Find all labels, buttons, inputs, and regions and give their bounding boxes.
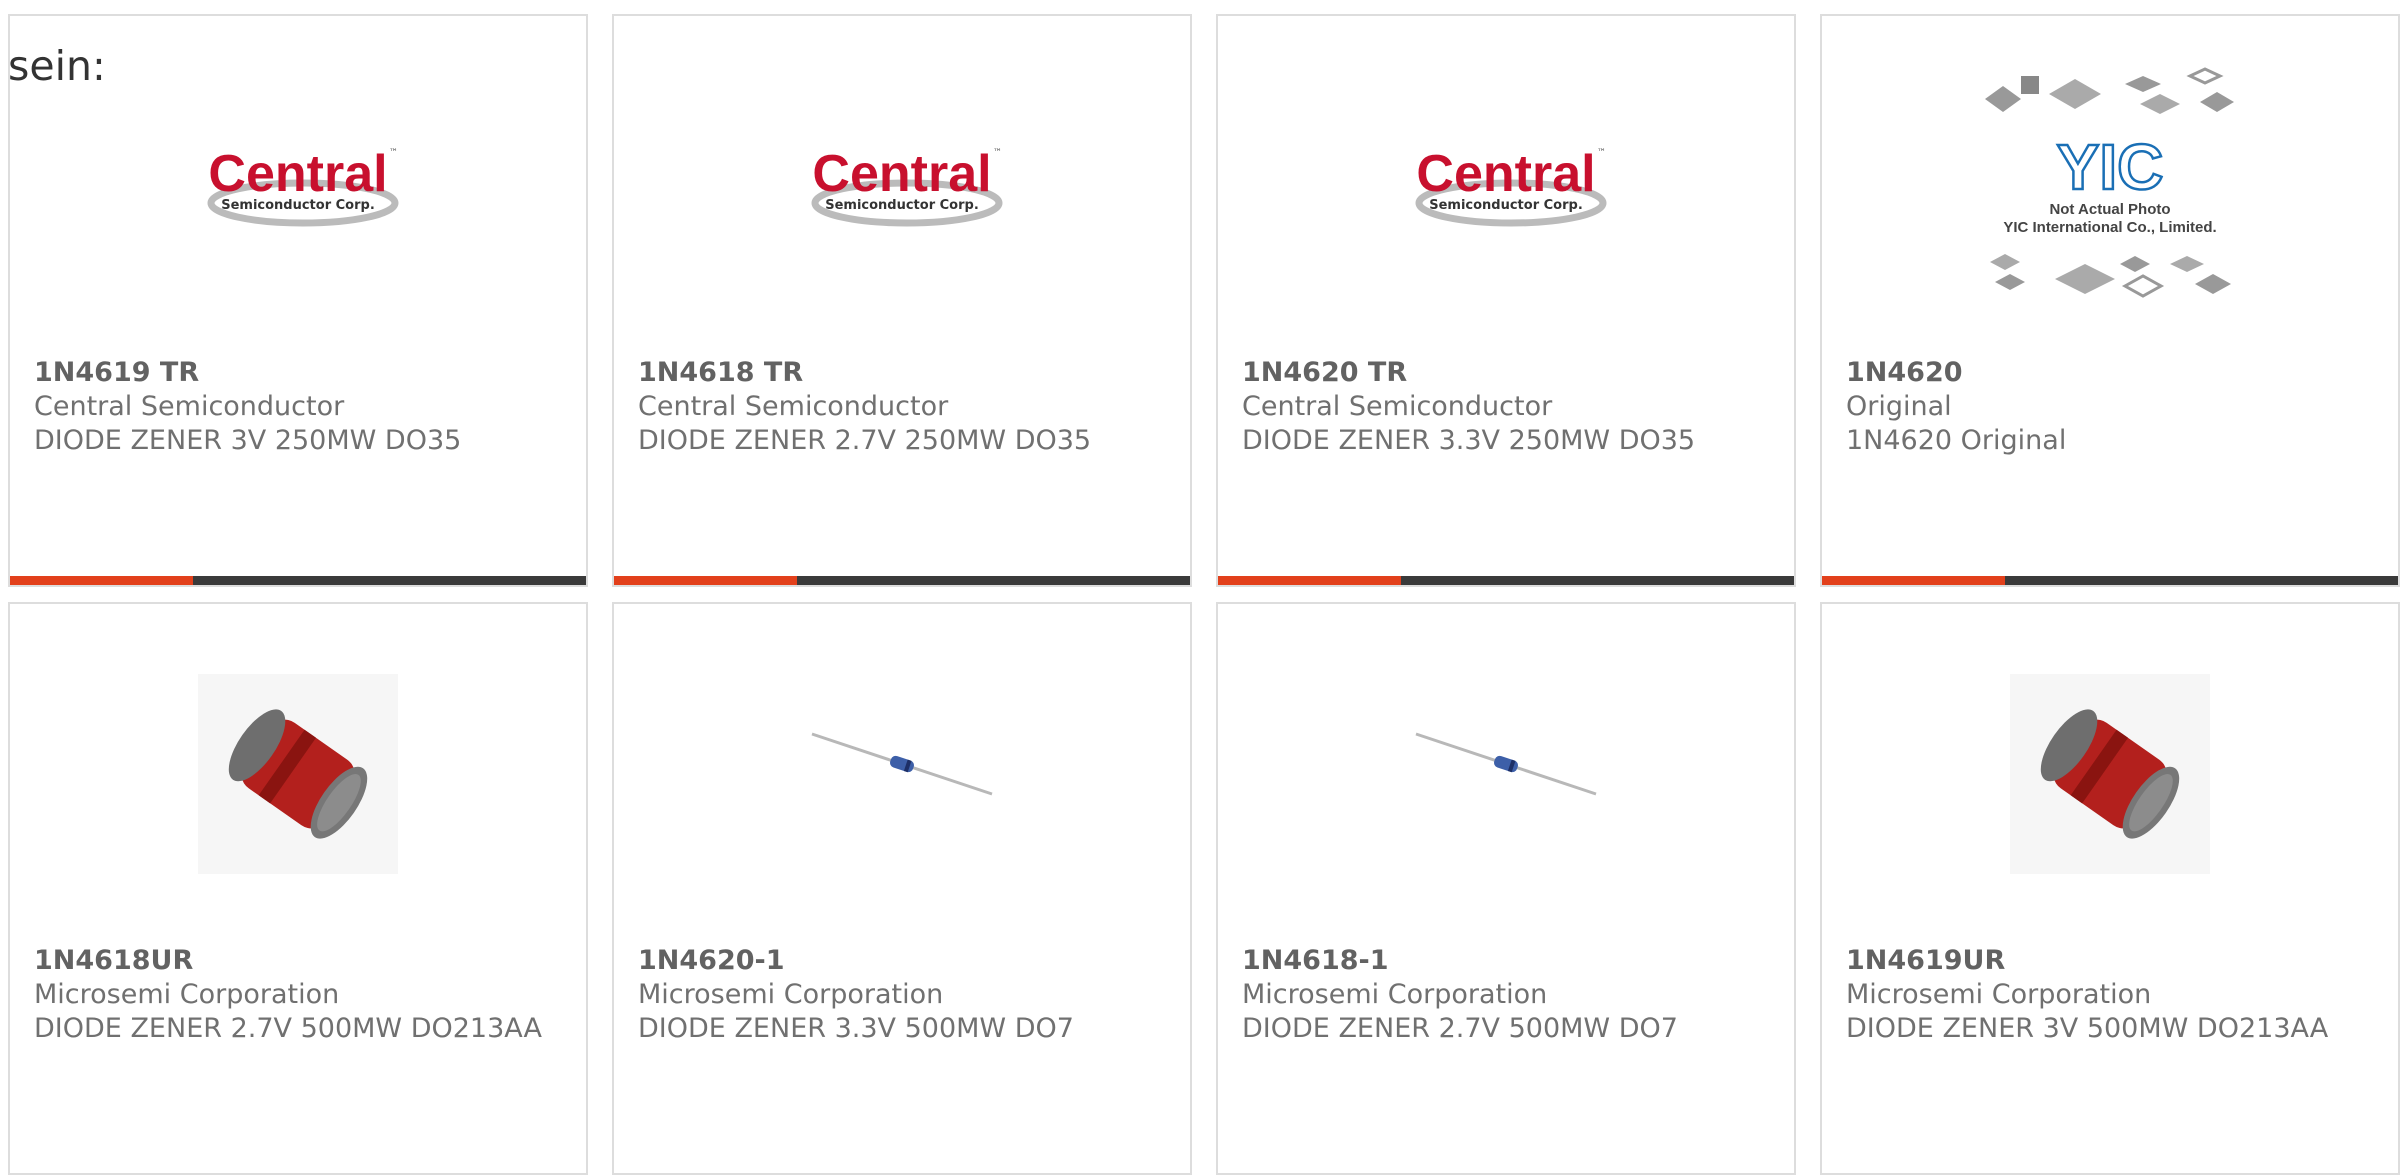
part-number[interactable]: 1N4620 TR [1242,356,1774,390]
description: DIODE ZENER 2.7V 500MW DO7 [1242,1013,1678,1044]
product-image[interactable]: YIC Not Actual Photo YIC International C… [1822,16,2398,356]
product-card[interactable]: Central ™ Semiconductor Corp. 1N4618 TR … [612,14,1192,587]
card-bar [614,576,1190,585]
manufacturer: Microsemi Corporation [1242,979,1548,1010]
part-number[interactable]: 1N4618 TR [638,356,1170,390]
svg-text:Central: Central [1416,145,1595,203]
manufacturer: Central Semiconductor [34,391,345,422]
card-bar-accent [10,576,193,585]
product-card[interactable]: 1N4619UR Microsemi Corporation DIODE ZEN… [1820,602,2400,1175]
part-number[interactable]: 1N4618-1 [1242,944,1774,978]
product-card[interactable]: YIC Not Actual Photo YIC International C… [1820,14,2400,587]
manufacturer: Central Semiconductor [1242,391,1553,422]
svg-text:YIC: YIC [2057,131,2164,203]
manufacturer: Microsemi Corporation [638,979,944,1010]
product-card[interactable]: Central ™ Semiconductor Corp. 1N4619 TR … [8,14,588,587]
melf-diode-image [198,674,398,874]
heading-text: sein: [8,42,106,90]
axial-diode-image [1415,732,1597,796]
central-logo: Central ™ Semiconductor Corp. [811,145,1003,227]
product-info: 1N4618 TR Central Semiconductor DIODE ZE… [638,356,1170,458]
product-image[interactable] [1822,604,2398,944]
part-number[interactable]: 1N4619 TR [34,356,566,390]
svg-text:™: ™ [1597,148,1606,158]
part-number[interactable]: 1N4619UR [1846,944,2378,978]
product-image[interactable] [10,604,586,944]
svg-text:YIC International Co., Limited: YIC International Co., Limited. [2003,219,2216,236]
svg-text:™: ™ [993,148,1002,158]
svg-text:Not Actual Photo: Not Actual Photo [2049,201,2170,218]
axial-diode-image [811,732,993,796]
manufacturer: Original [1846,391,1952,422]
melf-diode-image [2010,674,2210,874]
description: DIODE ZENER 2.7V 500MW DO213AA [34,1013,542,1044]
svg-text:Semiconductor Corp.: Semiconductor Corp. [1429,198,1583,213]
product-info: 1N4620 Original 1N4620 Original [1846,356,2378,458]
description: DIODE ZENER 3V 250MW DO35 [34,425,462,456]
product-info: 1N4618UR Microsemi Corporation DIODE ZEN… [34,944,566,1046]
description: DIODE ZENER 3V 500MW DO213AA [1846,1013,2329,1044]
manufacturer: Microsemi Corporation [1846,979,2152,1010]
product-image[interactable] [614,604,1190,944]
product-card[interactable]: 1N4618-1 Microsemi Corporation DIODE ZEN… [1216,602,1796,1175]
svg-text:Central: Central [208,145,387,203]
part-number[interactable]: 1N4620-1 [638,944,1170,978]
svg-text:Semiconductor Corp.: Semiconductor Corp. [221,198,375,213]
product-card[interactable]: 1N4618UR Microsemi Corporation DIODE ZEN… [8,602,588,1175]
product-info: 1N4620 TR Central Semiconductor DIODE ZE… [1242,356,1774,458]
product-info: 1N4619 TR Central Semiconductor DIODE ZE… [34,356,566,458]
central-logo: Central ™ Semiconductor Corp. [207,145,399,227]
product-info: 1N4618-1 Microsemi Corporation DIODE ZEN… [1242,944,1774,1046]
part-number[interactable]: 1N4618UR [34,944,566,978]
card-bar-accent [1218,576,1401,585]
product-info: 1N4619UR Microsemi Corporation DIODE ZEN… [1846,944,2378,1046]
svg-text:™: ™ [389,148,398,158]
central-logo: Central ™ Semiconductor Corp. [1415,145,1607,227]
product-card[interactable]: 1N4620-1 Microsemi Corporation DIODE ZEN… [612,602,1192,1175]
description: DIODE ZENER 3.3V 250MW DO35 [1242,425,1696,456]
product-info: 1N4620-1 Microsemi Corporation DIODE ZEN… [638,944,1170,1046]
card-bar [10,576,586,585]
card-bar-accent [1822,576,2005,585]
card-bar-accent [614,576,797,585]
product-card[interactable]: Central ™ Semiconductor Corp. 1N4620 TR … [1216,14,1796,587]
product-image[interactable] [1218,604,1794,944]
description: DIODE ZENER 2.7V 250MW DO35 [638,425,1092,456]
product-image[interactable]: Central ™ Semiconductor Corp. [1218,16,1794,356]
yic-placeholder-image: YIC Not Actual Photo YIC International C… [1985,66,2234,298]
product-grid: Central ™ Semiconductor Corp. 1N4619 TR … [8,14,2400,1175]
product-image[interactable]: Central ™ Semiconductor Corp. [614,16,1190,356]
card-bar [1822,576,2398,585]
card-bar [1218,576,1794,585]
part-number[interactable]: 1N4620 [1846,356,2378,390]
description: DIODE ZENER 3.3V 500MW DO7 [638,1013,1074,1044]
manufacturer: Microsemi Corporation [34,979,340,1010]
manufacturer: Central Semiconductor [638,391,949,422]
svg-text:Central: Central [812,145,991,203]
description: 1N4620 Original [1846,425,2067,456]
svg-text:Semiconductor Corp.: Semiconductor Corp. [825,198,979,213]
